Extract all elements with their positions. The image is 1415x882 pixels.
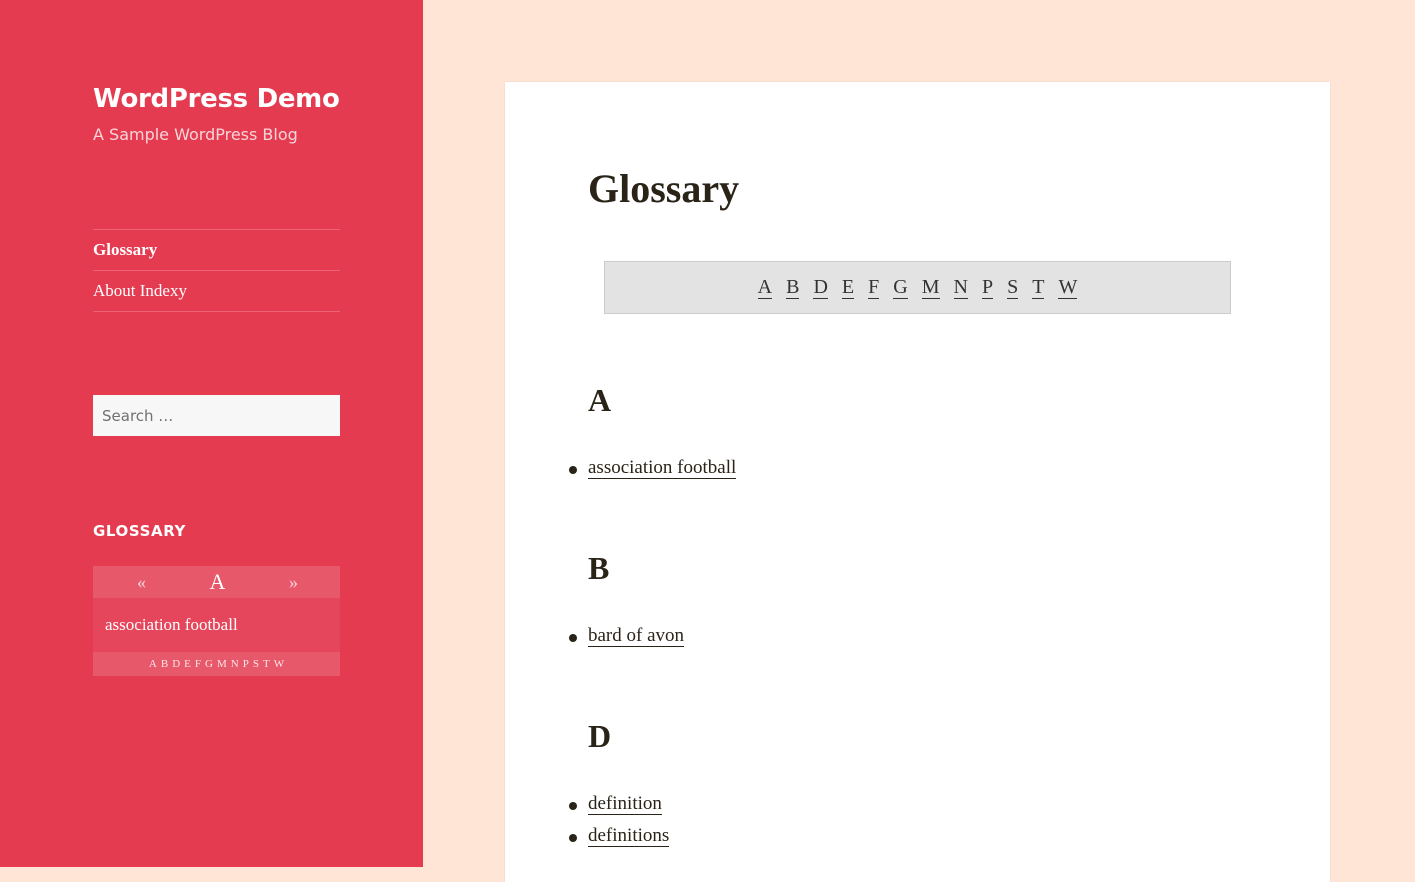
- list-item: bard of avon: [568, 620, 685, 652]
- widget-letter-link[interactable]: B: [161, 658, 168, 670]
- glossary-widget-title: GLOSSARY: [93, 522, 187, 540]
- alphabet-link[interactable]: S: [1007, 276, 1019, 299]
- term-link[interactable]: definition: [588, 793, 662, 815]
- alphabet-link[interactable]: D: [813, 276, 828, 299]
- next-letter-button[interactable]: »: [289, 572, 298, 593]
- alphabet-link[interactable]: P: [981, 276, 994, 299]
- section-heading-b: B: [588, 550, 610, 586]
- alphabet-link[interactable]: N: [953, 276, 968, 299]
- prev-letter-button[interactable]: «: [137, 572, 146, 593]
- alphabet-link[interactable]: E: [841, 276, 855, 299]
- widget-letter-link[interactable]: N: [231, 658, 239, 670]
- alphabet-link[interactable]: W: [1058, 276, 1078, 299]
- section-heading-d: D: [588, 718, 612, 754]
- term-link[interactable]: bard of avon: [588, 625, 685, 647]
- alphabet-link[interactable]: T: [1032, 276, 1045, 299]
- alphabet-link[interactable]: G: [893, 276, 908, 299]
- widget-letter-link[interactable]: E: [184, 658, 191, 670]
- alphabet-link[interactable]: M: [921, 276, 940, 299]
- main-content: Glossary A B D E F G M N P S T W A assoc…: [505, 82, 1330, 882]
- term-list-a: association football: [568, 452, 737, 484]
- list-item: association football: [568, 452, 737, 484]
- list-item: definitions: [568, 820, 670, 852]
- main-navigation: Glossary About Indexy: [93, 229, 340, 312]
- widget-letter-link[interactable]: T: [263, 658, 270, 670]
- site-description: A Sample WordPress Blog: [93, 125, 298, 144]
- term-link[interactable]: definitions: [588, 825, 670, 847]
- search-input[interactable]: [93, 395, 340, 436]
- nav-item-about-indexy[interactable]: About Indexy: [93, 271, 340, 312]
- glossary-widget-term[interactable]: association football: [105, 615, 238, 634]
- section-heading-a: A: [588, 382, 612, 418]
- widget-letter-link[interactable]: F: [195, 658, 201, 670]
- term-link[interactable]: association football: [588, 457, 737, 479]
- sidebar: WordPress Demo A Sample WordPress Blog G…: [0, 0, 423, 867]
- widget-letter-link[interactable]: M: [217, 658, 227, 670]
- site-title[interactable]: WordPress Demo: [93, 80, 340, 118]
- widget-letter-link[interactable]: S: [253, 658, 259, 670]
- alphabet-index: A B D E F G M N P S T W: [604, 261, 1231, 314]
- term-list-b: bard of avon: [568, 620, 685, 652]
- list-item: definition: [568, 788, 669, 820]
- alphabet-link[interactable]: B: [786, 276, 800, 299]
- alphabet-link[interactable]: F: [868, 276, 880, 299]
- widget-letter-link[interactable]: A: [149, 658, 157, 670]
- widget-letter-link[interactable]: D: [172, 658, 180, 670]
- glossary-widget-header: « A »: [93, 566, 340, 598]
- glossary-widget-letter-index: A B D E F G M N P S T W: [93, 652, 340, 676]
- widget-letter-link[interactable]: W: [274, 658, 284, 670]
- nav-item-glossary[interactable]: Glossary: [93, 230, 340, 271]
- widget-letter-link[interactable]: G: [205, 658, 213, 670]
- alphabet-link[interactable]: A: [757, 276, 773, 299]
- current-letter: A: [209, 569, 226, 594]
- widget-letter-link[interactable]: P: [243, 658, 249, 670]
- glossary-widget: « A » association football A B D E F G M…: [93, 566, 340, 676]
- term-list-d: definition definitions: [568, 788, 670, 852]
- page-title: Glossary: [588, 166, 740, 211]
- glossary-widget-body: association football: [93, 598, 340, 652]
